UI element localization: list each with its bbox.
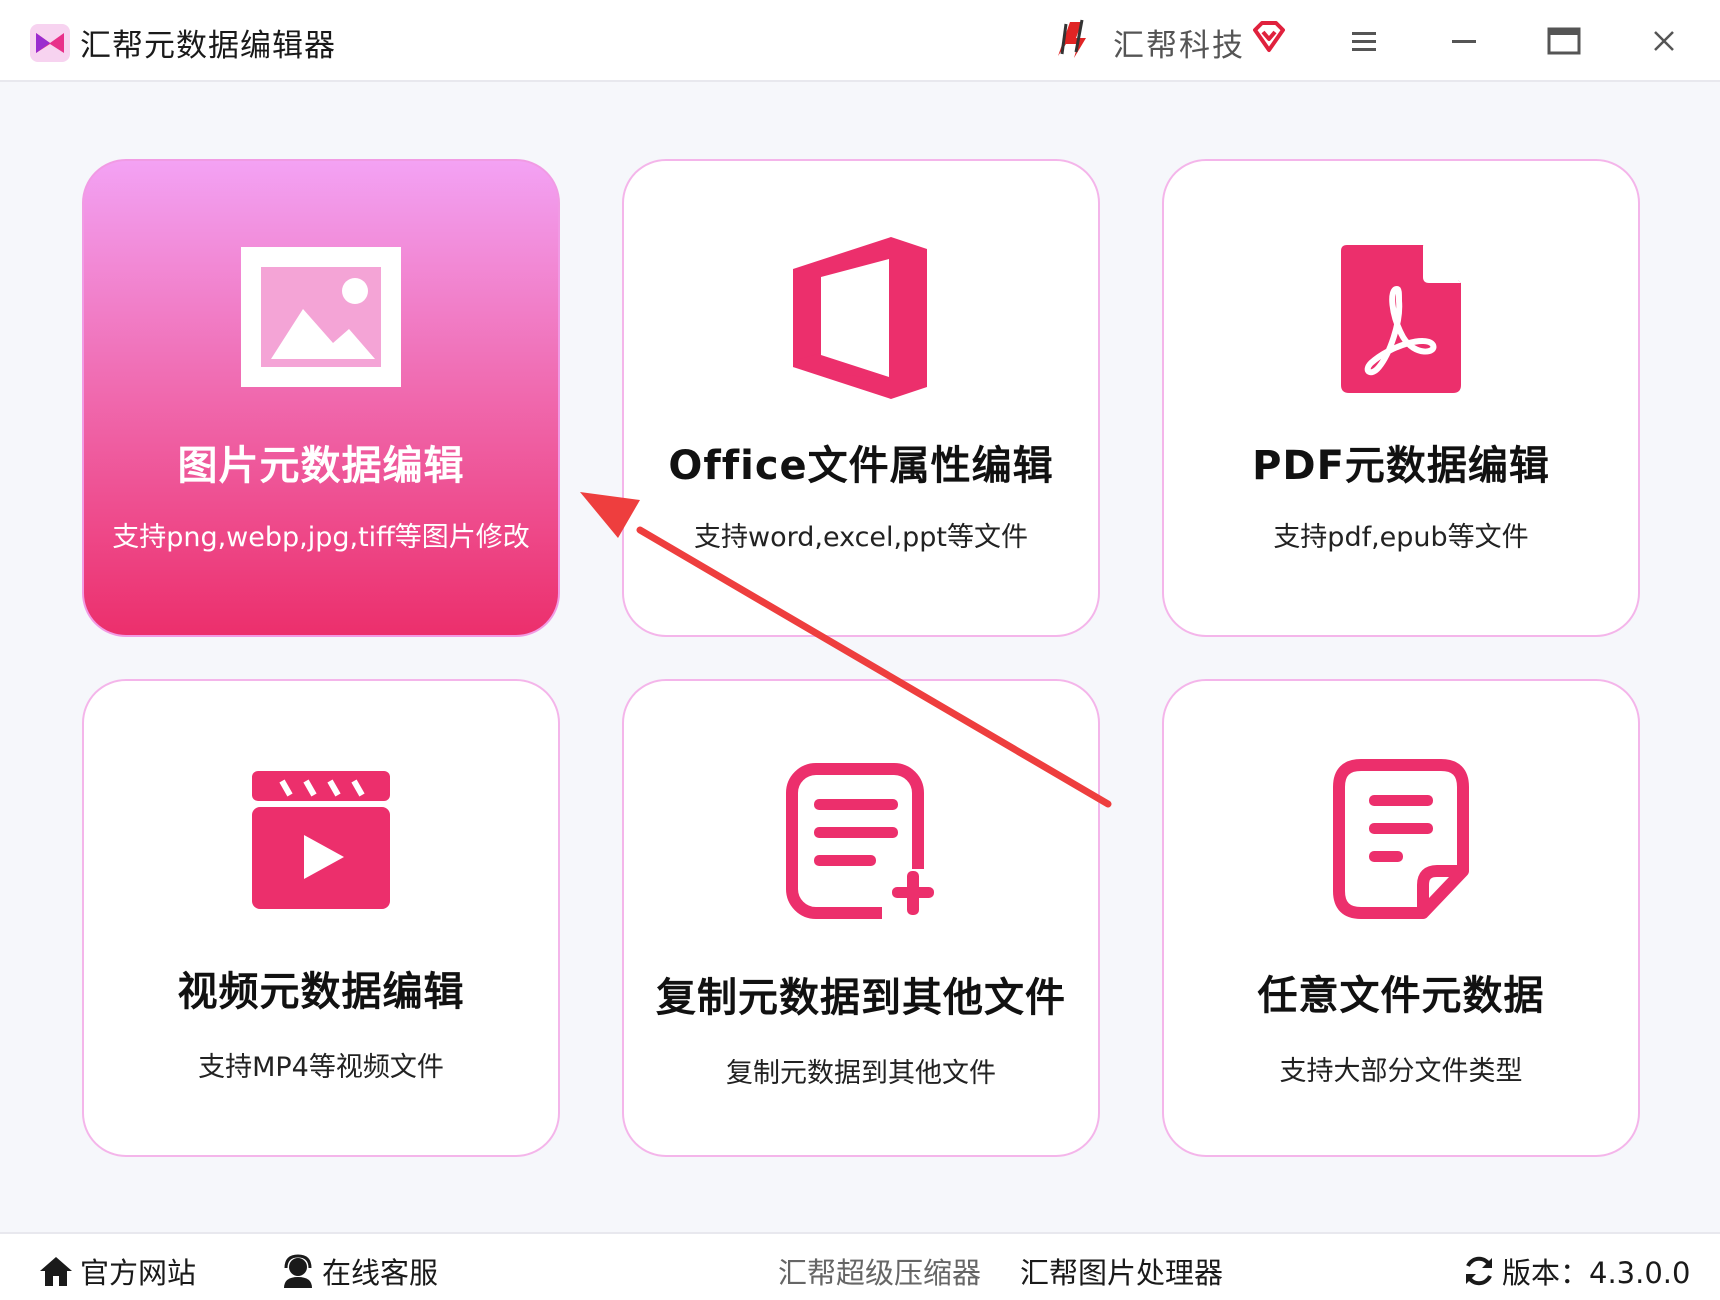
card-title: Office文件属性编辑 (668, 443, 1054, 489)
card-pdf-metadata[interactable]: PDF元数据编辑 支持pdf,epub等文件 (1162, 159, 1640, 637)
official-website-label: 官方网站 (80, 1256, 197, 1290)
copy-document-icon (786, 763, 934, 919)
card-any-file-metadata[interactable]: 任意文件元数据 支持大部分文件类型 (1162, 679, 1640, 1157)
refresh-icon (1466, 1256, 1492, 1286)
card-video-metadata[interactable]: 视频元数据编辑 支持MP4等视频文件 (82, 679, 560, 1157)
compressor-link[interactable]: 汇帮超级压缩器 (778, 1250, 981, 1292)
close-icon (1654, 31, 1674, 51)
app-window: 汇帮元数据编辑器 汇帮科技 图片元数据编辑 支持png,webp,jpg,tif… (0, 0, 1720, 1300)
maximize-icon (1547, 27, 1581, 55)
official-website-link[interactable]: 官方网站 (38, 1250, 196, 1292)
card-title: 视频元数据编辑 (177, 969, 465, 1015)
card-title: 图片元数据编辑 (177, 443, 465, 489)
app-title: 汇帮元数据编辑器 (80, 28, 336, 64)
online-service-link[interactable]: 在线客服 (280, 1250, 438, 1292)
maximize-button[interactable] (1539, 18, 1589, 64)
brand-name: 汇帮科技 (1113, 28, 1245, 64)
office-icon (793, 237, 927, 399)
document-icon (1333, 759, 1469, 919)
card-description: 支持MP4等视频文件 (198, 1052, 444, 1083)
online-service-label: 在线客服 (322, 1256, 439, 1290)
card-title: PDF元数据编辑 (1252, 443, 1550, 489)
title-bar: 汇帮元数据编辑器 汇帮科技 (0, 0, 1720, 82)
version-label: 版本：4.3.0.0 (1502, 1256, 1691, 1290)
card-title: 任意文件元数据 (1257, 973, 1545, 1019)
vip-diamond-icon[interactable] (1250, 18, 1288, 56)
footer-bar: 官方网站 在线客服 汇帮超级压缩器 汇帮图片处理器 版本：4.3.0.0 (0, 1232, 1720, 1300)
video-icon (252, 771, 390, 909)
close-button[interactable] (1639, 18, 1689, 64)
card-description: 支持pdf,epub等文件 (1273, 522, 1529, 553)
minimize-icon (1452, 40, 1476, 43)
card-office-properties[interactable]: Office文件属性编辑 支持word,excel,ppt等文件 (622, 159, 1100, 637)
card-description: 支持word,excel,ppt等文件 (694, 522, 1028, 553)
image-icon (241, 247, 401, 387)
pdf-icon (1341, 245, 1461, 393)
image-processor-link[interactable]: 汇帮图片处理器 (1020, 1250, 1223, 1292)
card-description: 复制元数据到其他文件 (726, 1058, 996, 1089)
card-description: 支持大部分文件类型 (1279, 1056, 1523, 1087)
version-info[interactable]: 版本：4.3.0.0 (1462, 1250, 1690, 1292)
card-description: 支持png,webp,jpg,tiff等图片修改 (112, 522, 530, 553)
brand-logo-icon (1058, 19, 1086, 58)
menu-button[interactable] (1339, 18, 1389, 64)
home-icon (40, 1257, 72, 1286)
card-title: 复制元数据到其他文件 (656, 975, 1066, 1021)
customer-service-icon (284, 1254, 312, 1288)
minimize-button[interactable] (1439, 18, 1489, 64)
card-copy-metadata[interactable]: 复制元数据到其他文件 复制元数据到其他文件 (622, 679, 1100, 1157)
hamburger-icon (1352, 32, 1376, 51)
card-image-metadata[interactable]: 图片元数据编辑 支持png,webp,jpg,tiff等图片修改 (82, 159, 560, 637)
app-logo-icon (30, 24, 70, 62)
